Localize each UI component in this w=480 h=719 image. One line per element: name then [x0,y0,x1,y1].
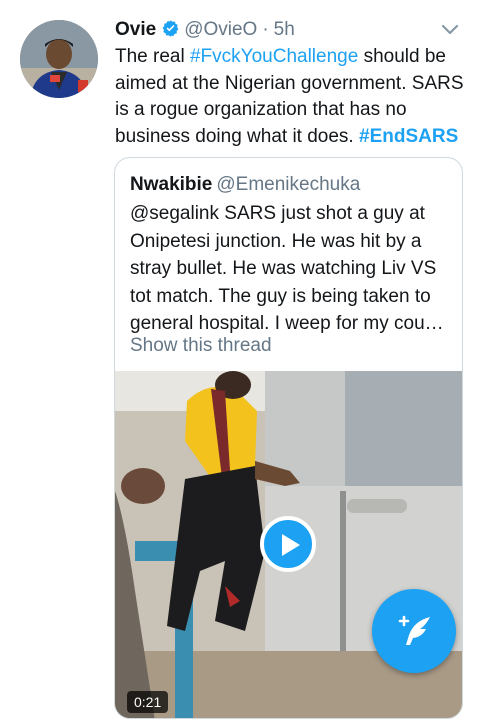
quoted-tweet-header: Nwakibie @Emenikechuka [130,172,360,198]
hashtag-endsars[interactable]: #EndSARS [359,126,458,147]
show-thread-link[interactable]: Show this thread [130,333,272,359]
author-handle[interactable]: @OvieO [184,19,257,40]
compose-tweet-button[interactable] [372,589,456,673]
quoted-tweet-text: @segalink SARS just shot a guy at Onipet… [130,203,444,334]
video-duration: 0:21 [127,691,169,713]
compose-tweet-icon [398,615,430,645]
tweet-time[interactable]: 5h [274,19,295,40]
author-name[interactable]: Ovie [115,19,156,40]
verified-badge-icon [161,19,180,47]
play-icon [282,534,300,556]
play-button[interactable] [260,516,316,572]
meta-separator: · [262,19,269,40]
tweet-text: The real #FvckYouChallenge should be aim… [115,44,465,150]
tweet-header: Ovie @OvieO · 5h [115,16,460,44]
hashtag-fvckyouchallenge[interactable]: #FvckYouChallenge [190,46,358,67]
avatar-image [20,20,98,98]
quoted-author-handle: @Emenikechuka [216,174,361,195]
tweet-text-start: The real [115,46,190,67]
author-avatar[interactable] [20,20,98,98]
quoted-author-name: Nwakibie [130,174,213,195]
chevron-down-icon[interactable] [438,18,462,42]
